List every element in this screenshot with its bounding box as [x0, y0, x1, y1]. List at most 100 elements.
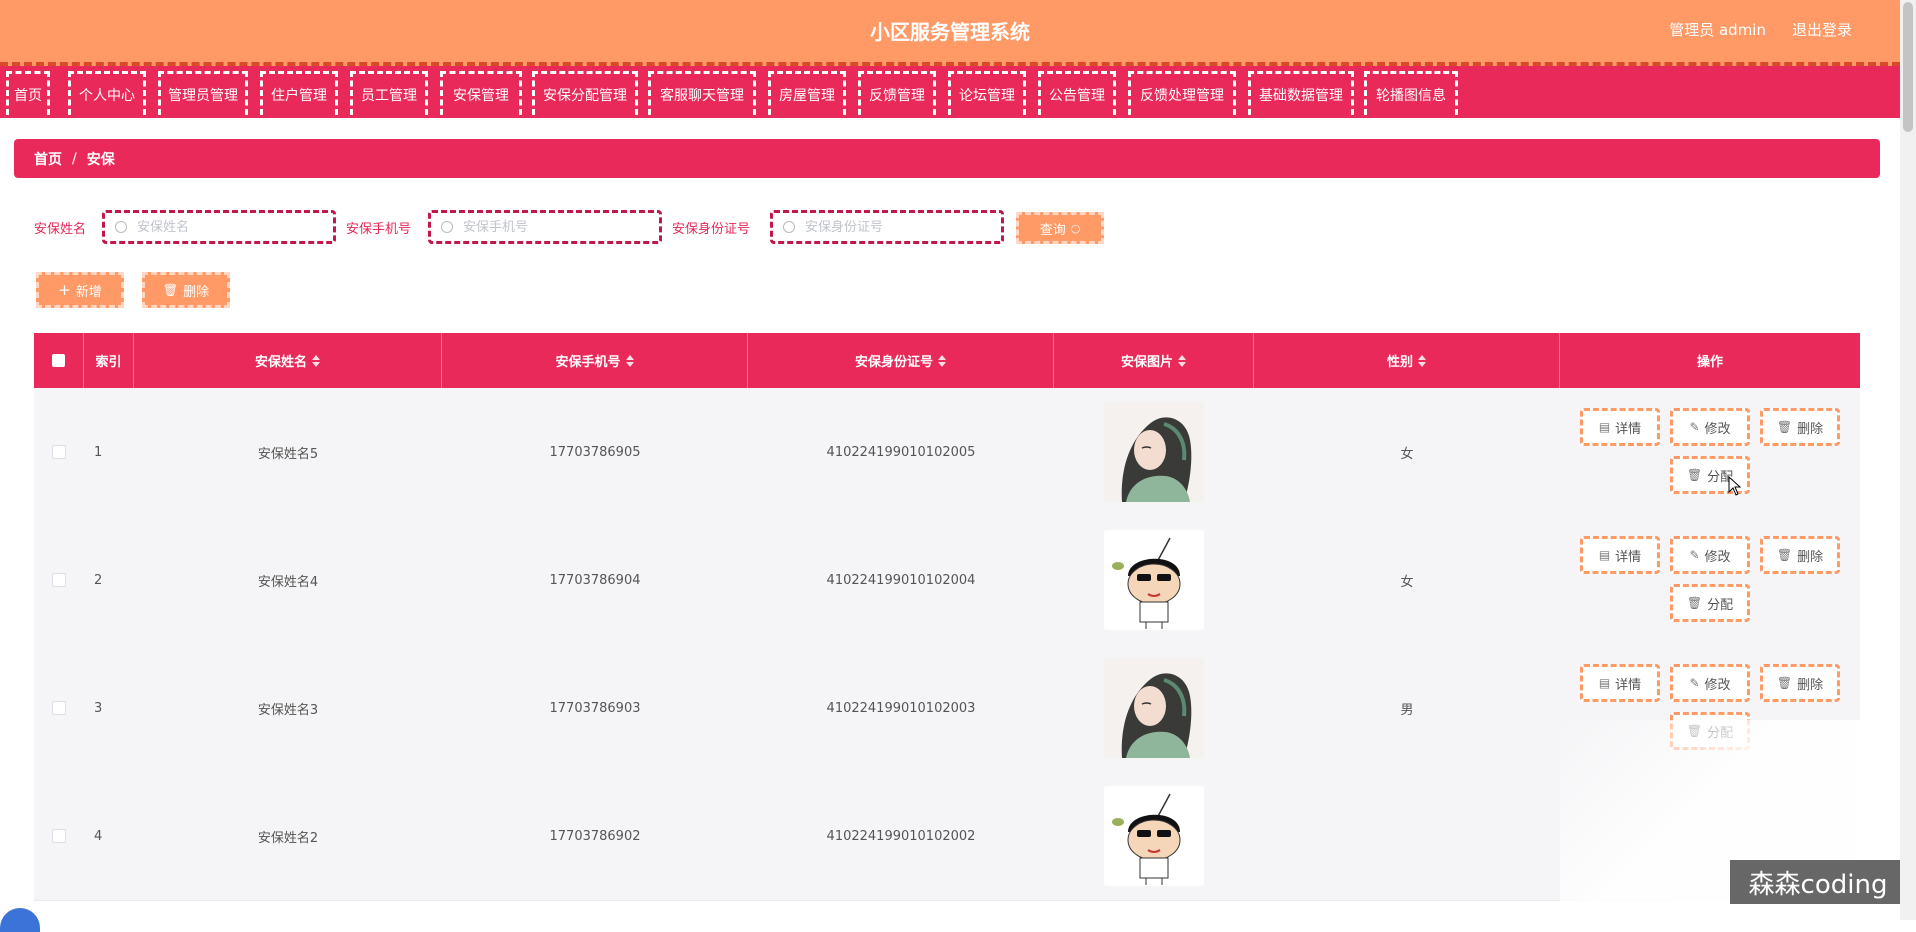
woman-portrait-image[interactable]	[1104, 658, 1204, 758]
trash-icon: 🗑	[1686, 724, 1703, 738]
row-photo-cell	[1054, 644, 1254, 772]
trash-icon: 🗑	[162, 283, 179, 297]
edit-button[interactable]: ✎ 修改	[1670, 408, 1750, 446]
row-index: 2	[94, 572, 103, 588]
mouse-cursor-icon	[1728, 476, 1742, 496]
row-checkbox[interactable]	[52, 573, 66, 587]
edit-button[interactable]: ✎ 修改	[1670, 664, 1750, 702]
column-idcard[interactable]: 安保身份证号	[748, 333, 1054, 388]
delete-button[interactable]: 🗑 删除	[1760, 664, 1840, 702]
nav-feedback[interactable]: 反馈管理	[858, 71, 936, 115]
row-photo-cell	[1054, 516, 1254, 644]
scrollbar-thumb[interactable]	[1903, 2, 1913, 132]
nav-carousel[interactable]: 轮播图信息	[1364, 71, 1458, 115]
edit-button[interactable]: ✎ 修改	[1670, 536, 1750, 574]
delete-button[interactable]: 🗑 删除	[1760, 408, 1840, 446]
column-phone-label: 安保手机号	[555, 355, 621, 370]
row-phone: 17703786903	[549, 700, 641, 716]
row-gender	[1254, 772, 1560, 900]
trash-icon: 🗑	[1776, 676, 1793, 690]
column-gender-label: 性别	[1386, 355, 1413, 370]
detail-button[interactable]: ▤ 详情	[1580, 664, 1660, 702]
nav-security-assign[interactable]: 安保分配管理	[532, 71, 638, 115]
row-index: 1	[94, 444, 103, 460]
add-button[interactable]: + 新增	[36, 272, 124, 308]
row-name: 安保姓名4	[257, 574, 319, 590]
row-select-cell	[34, 388, 84, 516]
breadcrumb-current: 安保	[86, 151, 115, 168]
select-all-checkbox[interactable]	[52, 354, 65, 367]
row-idcard: 410224199010102004	[826, 572, 976, 588]
assign-button[interactable]: 🗑 分配	[1670, 712, 1750, 750]
watermark: 森森coding	[1730, 860, 1906, 904]
column-actions: 操作	[1560, 333, 1860, 388]
sort-icon[interactable]	[938, 354, 946, 367]
cartoon-boy-image[interactable]	[1104, 530, 1204, 630]
column-gender[interactable]: 性别	[1254, 333, 1560, 388]
vertical-scrollbar[interactable]	[1900, 0, 1916, 920]
edit-icon: ✎	[1689, 420, 1700, 434]
delete-button[interactable]: 🗑 删除	[1760, 536, 1840, 574]
sort-icon[interactable]	[1178, 354, 1186, 367]
row-gender: 男	[1400, 702, 1414, 718]
column-name-label: 安保姓名	[254, 355, 307, 370]
cartoon-boy-image[interactable]	[1104, 786, 1204, 886]
column-phone[interactable]: 安保手机号	[442, 333, 748, 388]
detail-button[interactable]: ▤ 详情	[1580, 536, 1660, 574]
row-phone: 17703786905	[549, 444, 641, 460]
assign-button[interactable]: 🗑 分配	[1670, 584, 1750, 622]
name-search-input[interactable]	[135, 218, 319, 236]
table-header: 索引 安保姓名 安保手机号 安保身份证号 安保图片 性别 操作	[34, 333, 1860, 388]
row-index: 3	[94, 700, 103, 716]
nav-feedback-handle[interactable]: 反馈处理管理	[1128, 71, 1236, 115]
breadcrumb-home[interactable]: 首页	[34, 149, 62, 169]
table-row: 1 安保姓名5 17703786905 410224199010102005 女…	[34, 388, 1860, 517]
row-checkbox[interactable]	[52, 445, 66, 459]
edit-icon: ✎	[1689, 548, 1700, 562]
sort-icon[interactable]	[312, 354, 320, 367]
delete-label: 删除	[1797, 421, 1824, 437]
row-checkbox[interactable]	[52, 701, 66, 715]
floating-widget[interactable]	[0, 908, 40, 932]
name-search-field[interactable]	[102, 210, 336, 244]
name-search-label: 安保姓名	[34, 222, 87, 237]
woman-portrait-image[interactable]	[1104, 402, 1204, 502]
nav-admin[interactable]: 管理员管理	[158, 71, 248, 115]
nav-notice[interactable]: 公告管理	[1038, 71, 1116, 115]
row-idcard: 410224199010102002	[826, 828, 976, 844]
row-checkbox[interactable]	[52, 829, 66, 843]
logout-link[interactable]: 退出登录	[1792, 19, 1852, 40]
id-search-field[interactable]	[770, 210, 1004, 244]
column-index-label: 索引	[95, 355, 122, 370]
batch-delete-button[interactable]: 🗑 删除	[142, 272, 230, 308]
phone-search-input[interactable]	[461, 218, 645, 236]
column-index: 索引	[84, 333, 134, 388]
sort-icon[interactable]	[625, 354, 634, 367]
edit-label: 修改	[1704, 677, 1731, 693]
nav-forum[interactable]: 论坛管理	[948, 71, 1026, 115]
nav-house[interactable]: 房屋管理	[768, 71, 846, 115]
trash-icon: 🗑	[1686, 468, 1703, 482]
query-button[interactable]: 查询 ○	[1016, 212, 1104, 244]
row-phone: 17703786902	[549, 828, 641, 844]
nav-security[interactable]: 安保管理	[440, 71, 522, 115]
column-name[interactable]: 安保姓名	[134, 333, 442, 388]
sort-icon[interactable]	[1418, 354, 1426, 367]
breadcrumb: 首页 / 安保	[14, 139, 1880, 178]
row-idcard: 410224199010102003	[826, 700, 976, 716]
nav-service-chat[interactable]: 客服聊天管理	[648, 71, 756, 115]
detail-button[interactable]: ▤ 详情	[1580, 408, 1660, 446]
id-search-input[interactable]	[803, 218, 987, 236]
nav-base-data[interactable]: 基础数据管理	[1248, 71, 1354, 115]
detail-label: 详情	[1615, 549, 1642, 565]
column-photo[interactable]: 安保图片	[1054, 333, 1254, 388]
column-idcard-label: 安保身份证号	[854, 355, 933, 370]
detail-label: 详情	[1615, 421, 1642, 437]
edit-label: 修改	[1704, 421, 1731, 437]
nav-staff[interactable]: 员工管理	[350, 71, 428, 115]
phone-search-field[interactable]	[428, 210, 662, 244]
nav-profile[interactable]: 个人中心	[68, 71, 146, 115]
row-photo-cell	[1054, 772, 1254, 900]
nav-resident[interactable]: 住户管理	[260, 71, 338, 115]
nav-home[interactable]: 首页	[6, 71, 50, 115]
